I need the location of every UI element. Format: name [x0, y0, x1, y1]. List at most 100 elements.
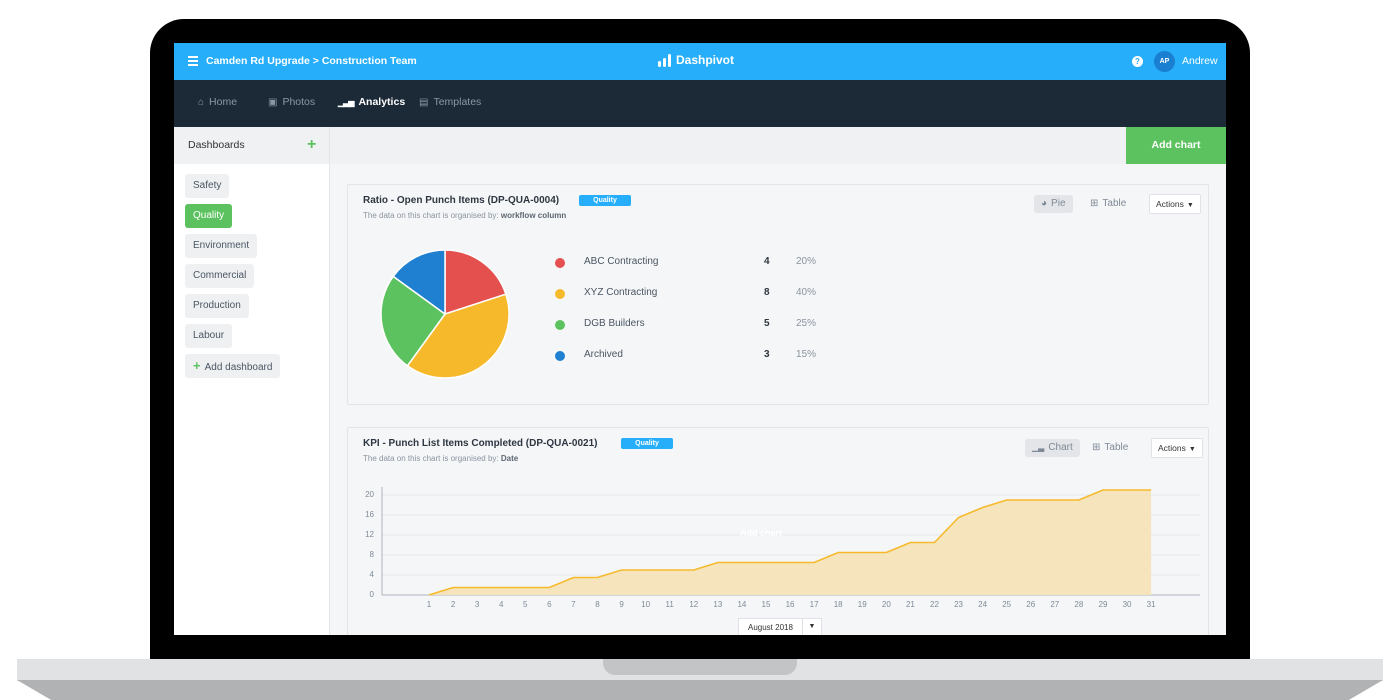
table-view-button[interactable]: ⊞Table — [1083, 195, 1133, 213]
x-tick-label: 10 — [638, 600, 654, 609]
add-dashboard-button[interactable]: + Add dashboard — [185, 354, 280, 378]
dashboard-item-quality[interactable]: Quality — [185, 204, 232, 228]
legend-color-dot — [555, 351, 565, 361]
legend-item[interactable]: XYZ Contracting 8 40% — [555, 287, 835, 301]
legend-color-dot — [555, 258, 565, 268]
caret-down-icon: ▼ — [1187, 202, 1194, 209]
legend-count: 4 — [764, 256, 770, 267]
legend-percent: 25% — [796, 318, 816, 329]
area-chart-icon: ▁▃▅ — [338, 98, 353, 107]
legend-count: 8 — [764, 287, 770, 298]
area-chart — [348, 428, 1210, 618]
x-tick-label: 22 — [926, 600, 942, 609]
add-dashboard-label: Add dashboard — [205, 362, 273, 373]
main-nav: ⌂ Home ▣ Photos ▁▃▅ Analytics ▤ Template… — [174, 80, 1226, 127]
x-tick-label: 1 — [421, 600, 437, 609]
y-tick-label: 8 — [354, 550, 374, 559]
x-tick-label: 9 — [614, 600, 630, 609]
x-tick-label: 30 — [1119, 600, 1135, 609]
legend-item[interactable]: DGB Builders 5 25% — [555, 318, 835, 332]
x-tick-label: 2 — [445, 600, 461, 609]
nav-item-home[interactable]: ⌂ Home — [198, 96, 237, 108]
view-label: Table — [1102, 195, 1126, 213]
app-screen: Camden Rd Upgrade > Construction Team Da… — [174, 43, 1226, 635]
legend-label: DGB Builders — [584, 318, 645, 329]
dashboard-item-commercial[interactable]: Commercial — [185, 264, 254, 288]
month-value: August 2018 — [748, 620, 793, 635]
breadcrumb[interactable]: Camden Rd Upgrade > Construction Team — [206, 55, 417, 67]
question-circle-icon[interactable]: ? — [1132, 56, 1143, 67]
nav-item-label: Templates — [433, 96, 481, 108]
nav-item-label: Photos — [282, 96, 315, 108]
card-title: Ratio - Open Punch Items (DP-QUA-0004) — [363, 195, 559, 206]
camera-icon: ▣ — [268, 97, 277, 108]
x-tick-label: 6 — [541, 600, 557, 609]
x-tick-label: 12 — [686, 600, 702, 609]
dashboard-item-safety[interactable]: Safety — [185, 174, 229, 198]
laptop-base-bottom — [17, 680, 1383, 700]
brand-name: Dashpivot — [676, 53, 734, 67]
subtitle-prefix: The data on this chart is organised by: — [363, 211, 499, 220]
x-tick-label: 19 — [854, 600, 870, 609]
nav-item-analytics[interactable]: ▁▃▅ Analytics — [338, 96, 405, 108]
avatar[interactable]: AP — [1154, 51, 1175, 72]
legend-count: 5 — [764, 318, 770, 329]
dashboard-item-labour[interactable]: Labour — [185, 324, 232, 348]
x-tick-label: 29 — [1095, 600, 1111, 609]
plus-icon: + — [193, 358, 201, 373]
sidebar-header: Dashboards + — [174, 127, 329, 164]
laptop-notch — [603, 659, 797, 675]
actions-dropdown[interactable]: Actions▼ — [1149, 194, 1201, 214]
x-tick-label: 25 — [999, 600, 1015, 609]
area-fill — [429, 490, 1151, 595]
x-tick-label: 24 — [975, 600, 991, 609]
sidebar-title: Dashboards — [188, 139, 245, 151]
category-badge: Quality — [579, 195, 631, 206]
add-chart-button[interactable]: Add chart — [1126, 127, 1226, 164]
dashboard-item-environment[interactable]: Environment — [185, 234, 257, 258]
y-tick-label: 20 — [354, 490, 374, 499]
legend-label: ABC Contracting — [584, 256, 658, 267]
content-header: Add chart — [330, 127, 1226, 164]
legend-percent: 20% — [796, 256, 816, 267]
nav-item-templates[interactable]: ▤ Templates — [419, 96, 481, 108]
x-tick-label: 18 — [830, 600, 846, 609]
x-tick-label: 27 — [1047, 600, 1063, 609]
chart-card-pie: Ratio - Open Punch Items (DP-QUA-0004) Q… — [347, 184, 1209, 405]
add-dashboard-plus-icon[interactable]: + — [307, 137, 316, 153]
view-label: Pie — [1051, 195, 1065, 213]
legend-color-dot — [555, 320, 565, 330]
chart-card-area: KPI - Punch List Items Completed (DP-QUA… — [347, 427, 1209, 635]
legend-item[interactable]: ABC Contracting 4 20% — [555, 256, 835, 270]
nav-item-label: Home — [209, 96, 237, 108]
legend-percent: 40% — [796, 287, 816, 298]
legend-percent: 15% — [796, 349, 816, 360]
pie-view-button[interactable]: ◕Pie — [1034, 195, 1073, 213]
x-tick-label: 28 — [1071, 600, 1087, 609]
legend-label: XYZ Contracting — [584, 287, 657, 298]
month-select[interactable]: August 2018 ▼ — [738, 618, 822, 635]
legend-label: Archived — [584, 349, 623, 360]
hamburger-icon[interactable] — [188, 56, 198, 66]
home-icon: ⌂ — [198, 97, 204, 108]
x-tick-label: 13 — [710, 600, 726, 609]
dashboard-item-production[interactable]: Production — [185, 294, 249, 318]
card-subtitle: The data on this chart is organised by: … — [363, 211, 566, 220]
x-tick-label: 15 — [758, 600, 774, 609]
pie-chart — [375, 244, 515, 384]
username[interactable]: Andrew — [1182, 55, 1218, 67]
nav-item-label: Analytics — [358, 96, 405, 108]
x-tick-label: 3 — [469, 600, 485, 609]
subtitle-value: workflow column — [501, 211, 566, 220]
caret-down-icon: ▼ — [802, 619, 821, 635]
nav-item-photos[interactable]: ▣ Photos — [268, 96, 315, 108]
legend-item[interactable]: Archived 3 15% — [555, 349, 835, 363]
y-tick-label: 0 — [354, 590, 374, 599]
top-bar: Camden Rd Upgrade > Construction Team Da… — [174, 43, 1226, 80]
document-icon: ▤ — [419, 97, 428, 108]
x-tick-label: 8 — [589, 600, 605, 609]
brand-logo[interactable]: Dashpivot — [658, 53, 734, 67]
x-tick-label: 26 — [1023, 600, 1039, 609]
bar-chart-logo-icon — [658, 54, 671, 67]
legend-count: 3 — [764, 349, 770, 360]
